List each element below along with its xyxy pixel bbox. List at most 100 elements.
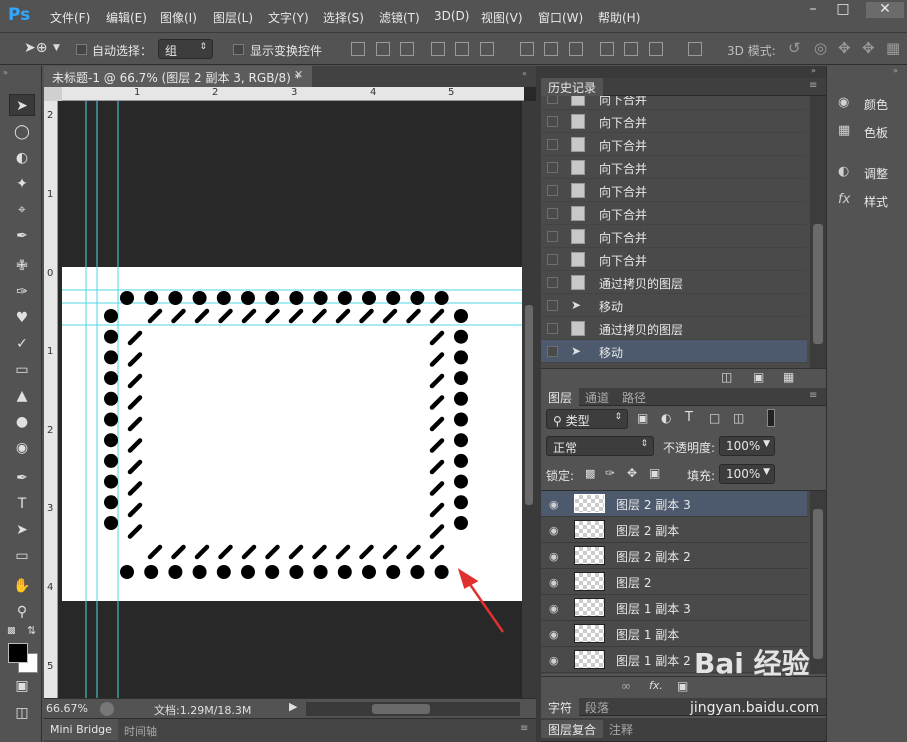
trash-icon[interactable]: ▦ <box>783 370 794 384</box>
status-menu-icon[interactable] <box>100 702 114 716</box>
tab-mini-bridge[interactable]: Mini Bridge <box>44 719 118 740</box>
filter-smart-object-icon[interactable]: ◫ <box>733 411 744 425</box>
history-item[interactable]: ➤ 移动 <box>541 340 807 363</box>
layer-name[interactable]: 图层 2 副本 2 <box>616 548 691 565</box>
panel-styles[interactable]: 样式 <box>864 193 888 210</box>
filter-toggle[interactable] <box>767 409 775 427</box>
history-item[interactable]: 向下合并 <box>541 96 807 110</box>
tab-channels[interactable]: 通道 <box>578 388 616 406</box>
palette-icon[interactable]: ◉ <box>838 95 854 110</box>
history-snapshot-checkbox[interactable] <box>547 96 558 104</box>
camera-icon[interactable]: ▣ <box>753 370 764 384</box>
layer-row[interactable]: ◉ 图层 2 副本 <box>541 517 807 543</box>
layer-thumbnail[interactable] <box>574 546 605 565</box>
history-item[interactable]: 通过拷贝的图层 <box>541 317 807 340</box>
zoom-level[interactable]: 66.67% <box>46 702 88 715</box>
layer-row[interactable]: ◉ 图层 2 副本 2 <box>541 543 807 569</box>
layer-row[interactable]: ◉ 图层 2 <box>541 569 807 595</box>
tab-timeline[interactable]: 时间轴 <box>124 723 157 739</box>
history-item[interactable]: 向下合并 <box>541 225 807 248</box>
layer-name[interactable]: 图层 1 副本 <box>616 626 679 643</box>
layer-name[interactable]: 图层 2 <box>616 574 651 591</box>
filter-pixel-icon[interactable]: ▣ <box>637 411 648 425</box>
history-item[interactable]: 向下合并 <box>541 133 807 156</box>
chevron-down-icon[interactable]: ▼ <box>763 467 770 477</box>
eye-icon[interactable]: ◉ <box>549 498 559 511</box>
history-snapshot-checkbox[interactable] <box>547 208 558 219</box>
panel-color[interactable]: 颜色 <box>864 96 888 113</box>
history-item[interactable]: 向下合并 <box>541 202 807 225</box>
history-snapshot-checkbox[interactable] <box>547 277 558 288</box>
lock-image-icon[interactable]: ✑ <box>605 466 615 480</box>
history-snapshot-checkbox[interactable] <box>547 323 558 334</box>
history-snapshot-checkbox[interactable] <box>547 185 558 196</box>
history-scroll-thumb[interactable] <box>813 224 823 344</box>
eye-icon[interactable]: ◉ <box>549 524 559 537</box>
eye-icon[interactable]: ◉ <box>549 550 559 563</box>
layer-name[interactable]: 图层 2 副本 3 <box>616 496 691 513</box>
fill-input[interactable]: 100% ▼ <box>719 464 775 484</box>
eye-icon[interactable]: ◉ <box>549 628 559 641</box>
history-item[interactable]: 向下合并 <box>541 156 807 179</box>
layer-thumbnail[interactable] <box>574 650 605 669</box>
history-item[interactable]: 向下合并 <box>541 179 807 202</box>
history-snapshot-checkbox[interactable] <box>547 346 558 357</box>
blend-mode-dropdown[interactable]: 正常 ⇕ <box>546 436 654 456</box>
history-snapshot-checkbox[interactable] <box>547 254 558 265</box>
panel-menu-icon[interactable]: ≡ <box>809 80 817 91</box>
history-snapshot-checkbox[interactable] <box>547 116 558 127</box>
panel-swatches[interactable]: 色板 <box>864 124 888 141</box>
opacity-input[interactable]: 100% ▼ <box>719 436 775 456</box>
filter-shape-icon[interactable]: □ <box>709 411 720 425</box>
tab-layer-comps[interactable]: 图层复合 <box>541 720 604 738</box>
doc-scroll-thumb[interactable] <box>525 305 533 505</box>
collapse-icon[interactable]: » <box>811 66 816 75</box>
history-item[interactable]: ➤ 移动 <box>541 294 807 317</box>
layer-thumbnail[interactable] <box>574 598 605 617</box>
layer-name[interactable]: 图层 1 副本 3 <box>616 600 691 617</box>
layer-row[interactable]: ◉ 图层 2 副本 3 <box>541 491 807 517</box>
lock-position-icon[interactable]: ✥ <box>627 466 637 480</box>
eye-icon[interactable]: ◉ <box>549 654 559 667</box>
panel-menu-icon[interactable]: ≡ <box>520 723 528 734</box>
collapse-icon[interactable]: » <box>893 66 898 75</box>
tab-paths[interactable]: 路径 <box>615 388 653 406</box>
eye-icon[interactable]: ◉ <box>549 602 559 615</box>
adjust-icon[interactable]: ◐ <box>838 164 854 179</box>
layer-row[interactable]: ◉ 图层 1 副本 3 <box>541 595 807 621</box>
tab-layers[interactable]: 图层 <box>541 388 580 406</box>
layer-thumbnail[interactable] <box>574 572 605 591</box>
history-item[interactable]: 通过拷贝的图层 <box>541 271 807 294</box>
layers-scroll-thumb[interactable] <box>813 509 823 659</box>
layer-thumbnail[interactable] <box>574 520 605 539</box>
fx-icon[interactable]: fx <box>838 192 854 207</box>
new-document-from-state-icon[interactable]: ◫ <box>721 370 732 384</box>
history-snapshot-checkbox[interactable] <box>547 300 558 311</box>
add-mask-icon[interactable]: ▣ <box>677 679 688 693</box>
panel-menu-icon[interactable]: ≡ <box>809 390 817 401</box>
layer-thumbnail[interactable] <box>574 494 605 513</box>
history-item[interactable]: 向下合并 <box>541 110 807 133</box>
tab-notes[interactable]: 注释 <box>602 720 640 738</box>
eye-icon[interactable]: ◉ <box>549 576 559 589</box>
panel-adjustments[interactable]: 调整 <box>864 165 888 182</box>
history-snapshot-checkbox[interactable] <box>547 231 558 242</box>
history-snapshot-checkbox[interactable] <box>547 139 558 150</box>
swatches-icon[interactable]: ▦ <box>838 123 854 138</box>
layer-name[interactable]: 图层 2 副本 <box>616 522 679 539</box>
doc-hscroll-thumb[interactable] <box>372 704 430 714</box>
fx-icon[interactable]: fx. <box>649 679 663 692</box>
tab-character[interactable]: 字符 <box>541 698 580 716</box>
lock-transparent-icon[interactable]: ▩ <box>585 467 595 480</box>
chevron-down-icon[interactable]: ▼ <box>763 439 770 449</box>
link-layers-icon[interactable]: ∞ <box>621 679 631 693</box>
history-item[interactable]: 向下合并 <box>541 248 807 271</box>
tab-history[interactable]: 历史记录 <box>541 78 604 96</box>
filter-type-icon[interactable]: T <box>685 410 693 425</box>
layer-name[interactable]: 图层 1 副本 2 <box>616 652 691 669</box>
history-snapshot-checkbox[interactable] <box>547 162 558 173</box>
filter-adjustment-icon[interactable]: ◐ <box>661 411 671 425</box>
lock-all-icon[interactable]: ▣ <box>649 466 660 480</box>
tab-paragraph[interactable]: 段落 <box>578 698 616 716</box>
layer-thumbnail[interactable] <box>574 624 605 643</box>
